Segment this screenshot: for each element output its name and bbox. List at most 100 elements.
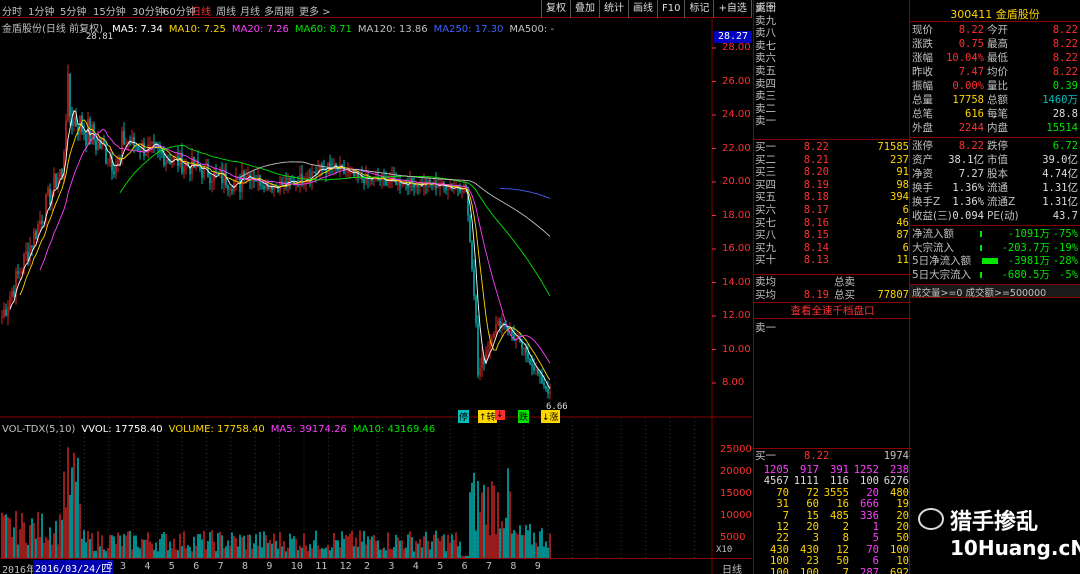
ask-label: 卖七 <box>755 39 776 52</box>
candle-body <box>521 341 523 349</box>
volume-bar <box>431 541 433 558</box>
book-row: 买二 8.21 237 <box>754 154 911 167</box>
volume-bar <box>327 544 329 558</box>
book-row: 买九 8.14 6 <box>754 242 911 255</box>
volume-bar <box>343 538 345 558</box>
candle-body <box>209 177 211 183</box>
volume-bar <box>257 545 259 558</box>
quote-label: 均价 <box>987 66 1008 78</box>
candle-body <box>131 137 133 145</box>
bid-volume: 71585 <box>877 141 909 153</box>
quote-value: 7.27 <box>958 168 984 180</box>
candle-body <box>281 181 283 186</box>
month-tick: 2 <box>107 561 114 572</box>
candle-body <box>133 137 135 146</box>
event-marker: ↑转 <box>478 410 497 423</box>
ask-label: 卖十 <box>755 2 776 14</box>
volume-bar <box>349 533 351 558</box>
price-tick: 20.00 <box>722 176 751 187</box>
volume-bar <box>423 536 425 558</box>
flow-pct: -5% <box>1059 268 1078 281</box>
volume-bar <box>237 546 239 558</box>
kline-chart[interactable] <box>0 0 752 574</box>
volume-bar <box>323 548 325 558</box>
volume-bar <box>371 536 373 558</box>
volume-legend: VOL-TDX(5,10) VVOL: 17758.40 VOLUME: 17758… <box>2 424 441 435</box>
candle-body <box>241 171 243 192</box>
volume-bar <box>107 547 109 558</box>
volume-bar <box>209 532 211 558</box>
volume-bar <box>541 528 543 558</box>
quote-value: 8.22 <box>1052 38 1078 50</box>
flow-row: 净流入额 -1091万 -75% <box>910 228 1080 241</box>
candle-body <box>53 173 55 192</box>
volume-bar <box>153 549 155 558</box>
candle-body <box>493 333 495 338</box>
candle-body <box>167 160 169 162</box>
month-tick: 11 <box>315 561 328 572</box>
candle-body <box>75 117 77 127</box>
volume-tick: 10000 <box>720 510 752 521</box>
volume-unit: X10 <box>716 545 733 555</box>
volume-tick: 20000 <box>720 466 752 477</box>
candle-body <box>95 140 97 150</box>
candle-body <box>201 170 203 178</box>
price-tick: 28.00 <box>722 42 751 53</box>
bid-volume: 91 <box>896 166 909 179</box>
volume-bar <box>509 491 511 558</box>
candle-body <box>215 170 217 172</box>
book-row: 买三 8.20 91 <box>754 166 911 179</box>
volume-bar <box>331 547 333 558</box>
volume-bar <box>275 540 277 558</box>
volume-bar <box>61 519 63 558</box>
month-tick: 6 <box>461 561 468 572</box>
period-label: 日线 <box>722 565 742 574</box>
ask-label: 卖五 <box>755 65 776 77</box>
volume-bar <box>17 544 19 558</box>
volume-bar <box>547 547 549 558</box>
volume-legend-item: VOL-TDX(5,10) <box>2 424 76 435</box>
volume-bar <box>245 549 247 558</box>
volume-bar <box>451 534 453 558</box>
volume-bar <box>295 538 297 558</box>
trade-filter[interactable]: 成交量>=0 成交额>=500000 <box>910 284 1080 298</box>
flow-value: -203.7万 <box>1001 241 1050 254</box>
candle-body <box>533 366 535 371</box>
candle-body <box>477 322 479 376</box>
candle-body <box>67 73 69 121</box>
candle-body <box>181 152 183 173</box>
volume-bar <box>539 531 541 558</box>
quote-label: 振幅 <box>912 80 933 92</box>
flow-pct: -28% <box>1052 255 1078 267</box>
month-tick: 5 <box>168 561 175 572</box>
book-row: 卖五 <box>754 65 911 78</box>
candle-body <box>107 162 109 164</box>
volume-bar <box>325 547 327 558</box>
candle-body <box>435 181 437 189</box>
volume-bar <box>219 531 221 558</box>
candle-body <box>221 169 223 184</box>
full-depth-button[interactable]: 查看全速千档盘口 <box>754 303 911 317</box>
volume-bar <box>43 542 45 558</box>
volume-bar <box>345 534 347 558</box>
volume-bar <box>243 535 245 558</box>
volume-bar <box>299 545 301 558</box>
volume-bar <box>495 533 497 558</box>
volume-legend-item: MA10: 43169.46 <box>352 424 436 435</box>
volume-bar <box>199 534 201 558</box>
candle-body <box>351 170 353 172</box>
candle-body <box>65 120 67 153</box>
volume-bar <box>363 531 365 558</box>
month-tick: 6 <box>193 561 200 572</box>
volume-bar <box>267 542 269 558</box>
candle-body <box>125 142 127 145</box>
volume-bar <box>329 550 331 558</box>
volume-bar <box>481 492 483 558</box>
site-text: 10Huang.cN <box>950 536 1080 560</box>
volume-tick: 25000 <box>720 444 752 455</box>
candle-body <box>41 220 43 224</box>
volume-bar <box>475 530 477 558</box>
quote-row: 涨跌 0.75 最高 8.22 <box>910 38 1080 51</box>
quote-value: 8.22 <box>1052 52 1078 64</box>
candle-body <box>163 154 165 166</box>
